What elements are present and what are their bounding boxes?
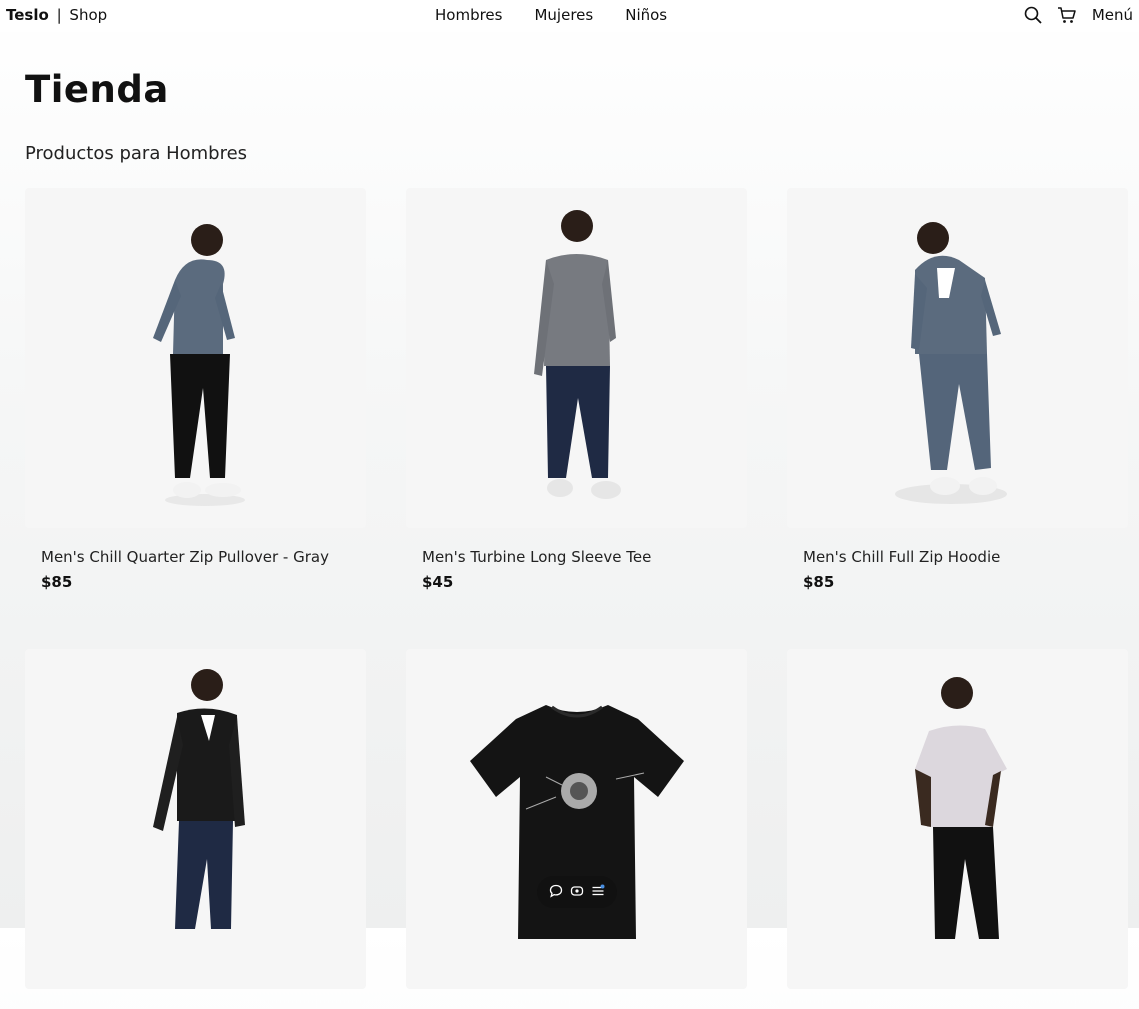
menu-lines-icon[interactable]	[591, 883, 605, 902]
product-card[interactable]	[25, 649, 366, 1009]
product-card[interactable]	[787, 649, 1128, 1009]
eye-icon[interactable]	[570, 883, 584, 902]
nav-link-hombres[interactable]: Hombres	[435, 6, 502, 24]
search-icon[interactable]	[1022, 4, 1044, 26]
menu-button[interactable]: Menú	[1092, 6, 1133, 24]
product-image[interactable]	[787, 188, 1128, 528]
nav-actions: Menú	[1010, 4, 1133, 26]
nav-link-mujeres[interactable]: Mujeres	[534, 6, 593, 24]
product-price: $45	[422, 573, 454, 591]
product-image[interactable]	[406, 649, 747, 989]
product-name[interactable]: Men's Chill Quarter Zip Pullover - Gray	[41, 548, 366, 566]
product-name[interactable]: Men's Chill Full Zip Hoodie	[803, 548, 1128, 566]
brand-logo[interactable]: Teslo | Shop	[6, 6, 107, 24]
product-card[interactable]: Men's Chill Quarter Zip Pullover - Gray …	[25, 188, 366, 591]
floating-toolbar	[537, 876, 617, 908]
cart-icon[interactable]	[1056, 4, 1078, 26]
product-name[interactable]: Men's Turbine Long Sleeve Tee	[422, 548, 747, 566]
page-title: Tienda	[25, 68, 169, 111]
brand-separator: |	[56, 6, 62, 24]
page-subtitle: Productos para Hombres	[25, 143, 248, 164]
product-price: $85	[41, 573, 73, 591]
product-card[interactable]: Men's Chill Full Zip Hoodie $85	[787, 188, 1128, 591]
product-card[interactable]: Men's Turbine Long Sleeve Tee $45	[406, 188, 747, 591]
product-price: $85	[803, 573, 835, 591]
product-image[interactable]	[787, 649, 1128, 989]
product-image[interactable]	[25, 649, 366, 989]
nav-link-ninos[interactable]: Niños	[625, 6, 667, 24]
product-image[interactable]	[406, 188, 747, 528]
brand-bold: Teslo	[6, 6, 49, 24]
comment-icon[interactable]	[549, 883, 563, 902]
top-navbar: Teslo | Shop Hombres Mujeres Niños Menú	[0, 0, 1139, 32]
product-image[interactable]	[25, 188, 366, 528]
product-card[interactable]	[406, 649, 747, 1009]
brand-rest: Shop	[69, 6, 108, 24]
main-nav: Hombres Mujeres Niños	[435, 6, 699, 24]
